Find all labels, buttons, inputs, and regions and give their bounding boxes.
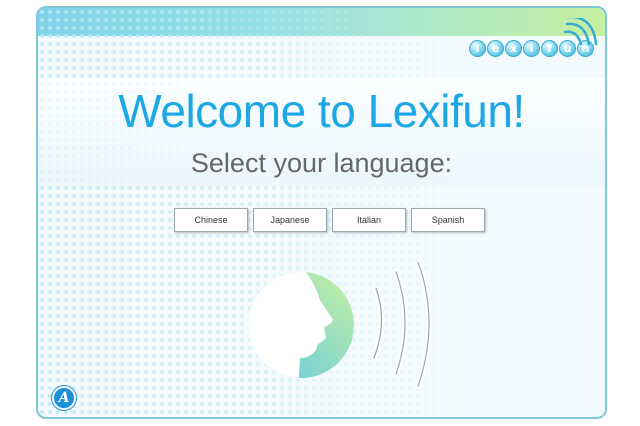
japanese-button[interactable]: Japanese [253, 208, 327, 232]
logo-letter: i [523, 40, 540, 57]
italian-button[interactable]: Italian [332, 208, 406, 232]
logo-letter: l [469, 40, 486, 57]
page-subtitle: Select your language: [190, 148, 453, 178]
spanish-button[interactable]: Spanish [411, 208, 485, 232]
logo-letter: x [505, 40, 522, 57]
lexifun-logo: l e x i f u n [469, 18, 597, 74]
app-badge-icon[interactable]: A [52, 386, 76, 410]
language-button-group: Chinese Japanese Italian Spanish [174, 208, 485, 232]
logo-letter: f [541, 40, 558, 57]
speaking-head-icon [248, 262, 432, 389]
page-title: Welcome to Lexifun! [118, 85, 525, 137]
sound-waves-icon [563, 18, 597, 46]
app-window: l e x i f u n Welcome to Lexifun! Select… [36, 6, 607, 419]
logo-letter: e [487, 40, 504, 57]
chinese-button[interactable]: Chinese [174, 208, 248, 232]
